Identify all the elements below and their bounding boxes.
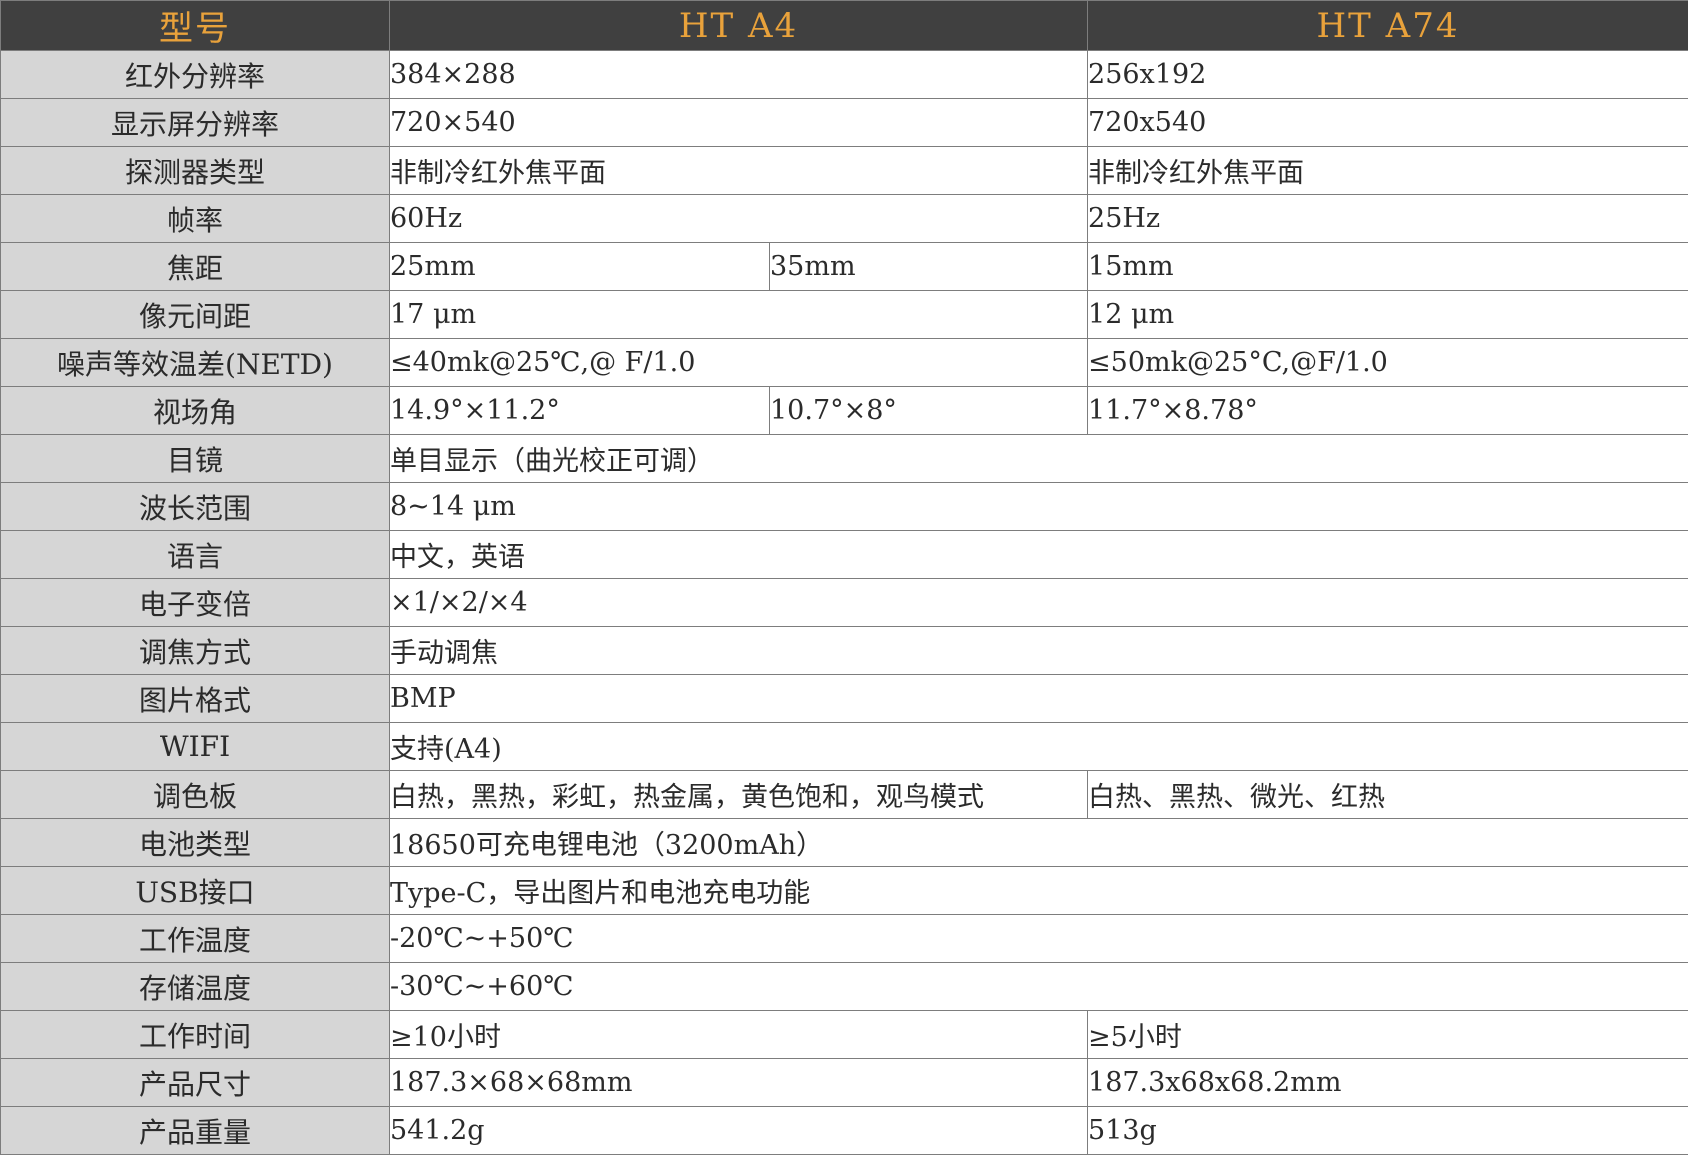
value-shared: 中文，英语 — [390, 531, 1688, 579]
value-a74: ≥5小时 — [1088, 1011, 1688, 1059]
value-a4: 541.2g — [390, 1107, 1088, 1155]
table-row: 视场角 14.9°×11.2° 10.7°×8° 11.7°×8.78° — [1, 387, 1688, 435]
value-shared: ×1/×2/×4 — [390, 579, 1688, 627]
table-row: 像元间距 17 μm 12 μm — [1, 291, 1688, 339]
row-label: 帧率 — [1, 195, 390, 243]
value-shared: 支持(A4) — [390, 723, 1688, 771]
value-a4: 非制冷红外焦平面 — [390, 147, 1088, 195]
table-row: WIFI 支持(A4) — [1, 723, 1688, 771]
row-label: 红外分辨率 — [1, 51, 390, 99]
table-row: 图片格式 BMP — [1, 675, 1688, 723]
value-a74: 非制冷红外焦平面 — [1088, 147, 1688, 195]
table-row: 焦距 25mm 35mm 15mm — [1, 243, 1688, 291]
table-row: 存储温度 -30℃~+60℃ — [1, 963, 1688, 1011]
table-row: 调色板 白热，黑热，彩虹，热金属，黄色饱和，观鸟模式 白热、黑热、微光、红热 — [1, 771, 1688, 819]
table-row: USB接口 Type-C，导出图片和电池充电功能 — [1, 867, 1688, 915]
table-row: 目镜 单目显示（曲光校正可调） — [1, 435, 1688, 483]
value-shared: 8~14 μm — [390, 483, 1688, 531]
value-a4: 17 μm — [390, 291, 1088, 339]
table-row: 产品尺寸 187.3×68×68mm 187.3x68x68.2mm — [1, 1059, 1688, 1107]
value-shared: Type-C，导出图片和电池充电功能 — [390, 867, 1688, 915]
row-label: 电池类型 — [1, 819, 390, 867]
value-shared: -30℃~+60℃ — [390, 963, 1688, 1011]
table-row: 红外分辨率 384×288 256x192 — [1, 51, 1688, 99]
table-row: 帧率 60Hz 25Hz — [1, 195, 1688, 243]
row-label: 调色板 — [1, 771, 390, 819]
value-a4: 白热，黑热，彩虹，热金属，黄色饱和，观鸟模式 — [390, 771, 1088, 819]
value-a4-25mm: 14.9°×11.2° — [390, 387, 770, 435]
value-a4: 60Hz — [390, 195, 1088, 243]
value-a4: ≥10小时 — [390, 1011, 1088, 1059]
value-shared: 18650可充电锂电池（3200mAh） — [390, 819, 1688, 867]
value-shared: -20℃~+50℃ — [390, 915, 1688, 963]
row-label: 像元间距 — [1, 291, 390, 339]
table-row: 噪声等效温差(NETD) ≤40mk@25℃,@ F/1.0 ≤50mk@25°… — [1, 339, 1688, 387]
table-row: 电子变倍 ×1/×2/×4 — [1, 579, 1688, 627]
value-shared: 单目显示（曲光校正可调） — [390, 435, 1688, 483]
value-a74: 11.7°×8.78° — [1088, 387, 1688, 435]
value-a74: 256x192 — [1088, 51, 1688, 99]
row-label: 调焦方式 — [1, 627, 390, 675]
row-label: 波长范围 — [1, 483, 390, 531]
value-a4: 720×540 — [390, 99, 1088, 147]
row-label: 视场角 — [1, 387, 390, 435]
header-ht-a4: HT A4 — [390, 1, 1088, 51]
value-a74: 15mm — [1088, 243, 1688, 291]
table-row: 产品重量 541.2g 513g — [1, 1107, 1688, 1155]
row-label: 存储温度 — [1, 963, 390, 1011]
value-a4: 384×288 — [390, 51, 1088, 99]
row-label: WIFI — [1, 723, 390, 771]
table-row: 显示屏分辨率 720×540 720x540 — [1, 99, 1688, 147]
table-row: 工作温度 -20℃~+50℃ — [1, 915, 1688, 963]
value-a4-25mm: 25mm — [390, 243, 770, 291]
table-row: 工作时间 ≥10小时 ≥5小时 — [1, 1011, 1688, 1059]
value-a74: 187.3x68x68.2mm — [1088, 1059, 1688, 1107]
row-label: 工作时间 — [1, 1011, 390, 1059]
table-row: 调焦方式 手动调焦 — [1, 627, 1688, 675]
row-label: 目镜 — [1, 435, 390, 483]
table-row: 探测器类型 非制冷红外焦平面 非制冷红外焦平面 — [1, 147, 1688, 195]
table-row: 语言 中文，英语 — [1, 531, 1688, 579]
value-a74: 12 μm — [1088, 291, 1688, 339]
value-a74: 白热、黑热、微光、红热 — [1088, 771, 1688, 819]
value-shared: BMP — [390, 675, 1688, 723]
row-label: USB接口 — [1, 867, 390, 915]
row-label: 产品重量 — [1, 1107, 390, 1155]
row-label: 产品尺寸 — [1, 1059, 390, 1107]
value-a4: 187.3×68×68mm — [390, 1059, 1088, 1107]
table-row: 电池类型 18650可充电锂电池（3200mAh） — [1, 819, 1688, 867]
row-label: 噪声等效温差(NETD) — [1, 339, 390, 387]
value-shared: 手动调焦 — [390, 627, 1688, 675]
value-a4-35mm: 10.7°×8° — [770, 387, 1088, 435]
value-a74: ≤50mk@25°C,@F/1.0 — [1088, 339, 1688, 387]
row-label: 显示屏分辨率 — [1, 99, 390, 147]
value-a74: 513g — [1088, 1107, 1688, 1155]
header-row: 型号 HT A4 HT A74 — [1, 1, 1688, 51]
header-ht-a74: HT A74 — [1088, 1, 1688, 51]
row-label: 语言 — [1, 531, 390, 579]
value-a4-35mm: 35mm — [770, 243, 1088, 291]
header-model: 型号 — [1, 1, 390, 51]
row-label: 焦距 — [1, 243, 390, 291]
value-a4: ≤40mk@25℃,@ F/1.0 — [390, 339, 1088, 387]
value-a74: 720x540 — [1088, 99, 1688, 147]
value-a74: 25Hz — [1088, 195, 1688, 243]
row-label: 探测器类型 — [1, 147, 390, 195]
row-label: 电子变倍 — [1, 579, 390, 627]
row-label: 工作温度 — [1, 915, 390, 963]
row-label: 图片格式 — [1, 675, 390, 723]
spec-table: 型号 HT A4 HT A74 红外分辨率 384×288 256x192 显示… — [0, 0, 1688, 1155]
table-row: 波长范围 8~14 μm — [1, 483, 1688, 531]
